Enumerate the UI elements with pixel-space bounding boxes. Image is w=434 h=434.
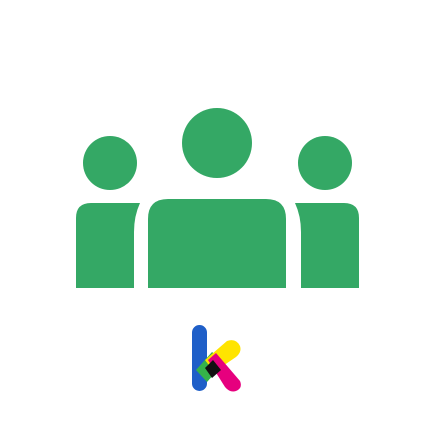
people-group-icon [76, 108, 359, 288]
app-icon-artwork [76, 108, 359, 392]
center-person-body [148, 199, 286, 288]
app-icon [0, 0, 434, 434]
center-person-icon [148, 108, 286, 288]
k-logo-stem [192, 325, 207, 391]
right-person-body [295, 203, 359, 288]
center-person-head [182, 108, 252, 178]
left-person-icon [76, 136, 140, 288]
k-logo-icon [192, 325, 241, 392]
left-person-head [83, 136, 137, 190]
right-person-head [298, 136, 352, 190]
right-person-icon [295, 136, 359, 288]
left-person-body [76, 203, 140, 288]
